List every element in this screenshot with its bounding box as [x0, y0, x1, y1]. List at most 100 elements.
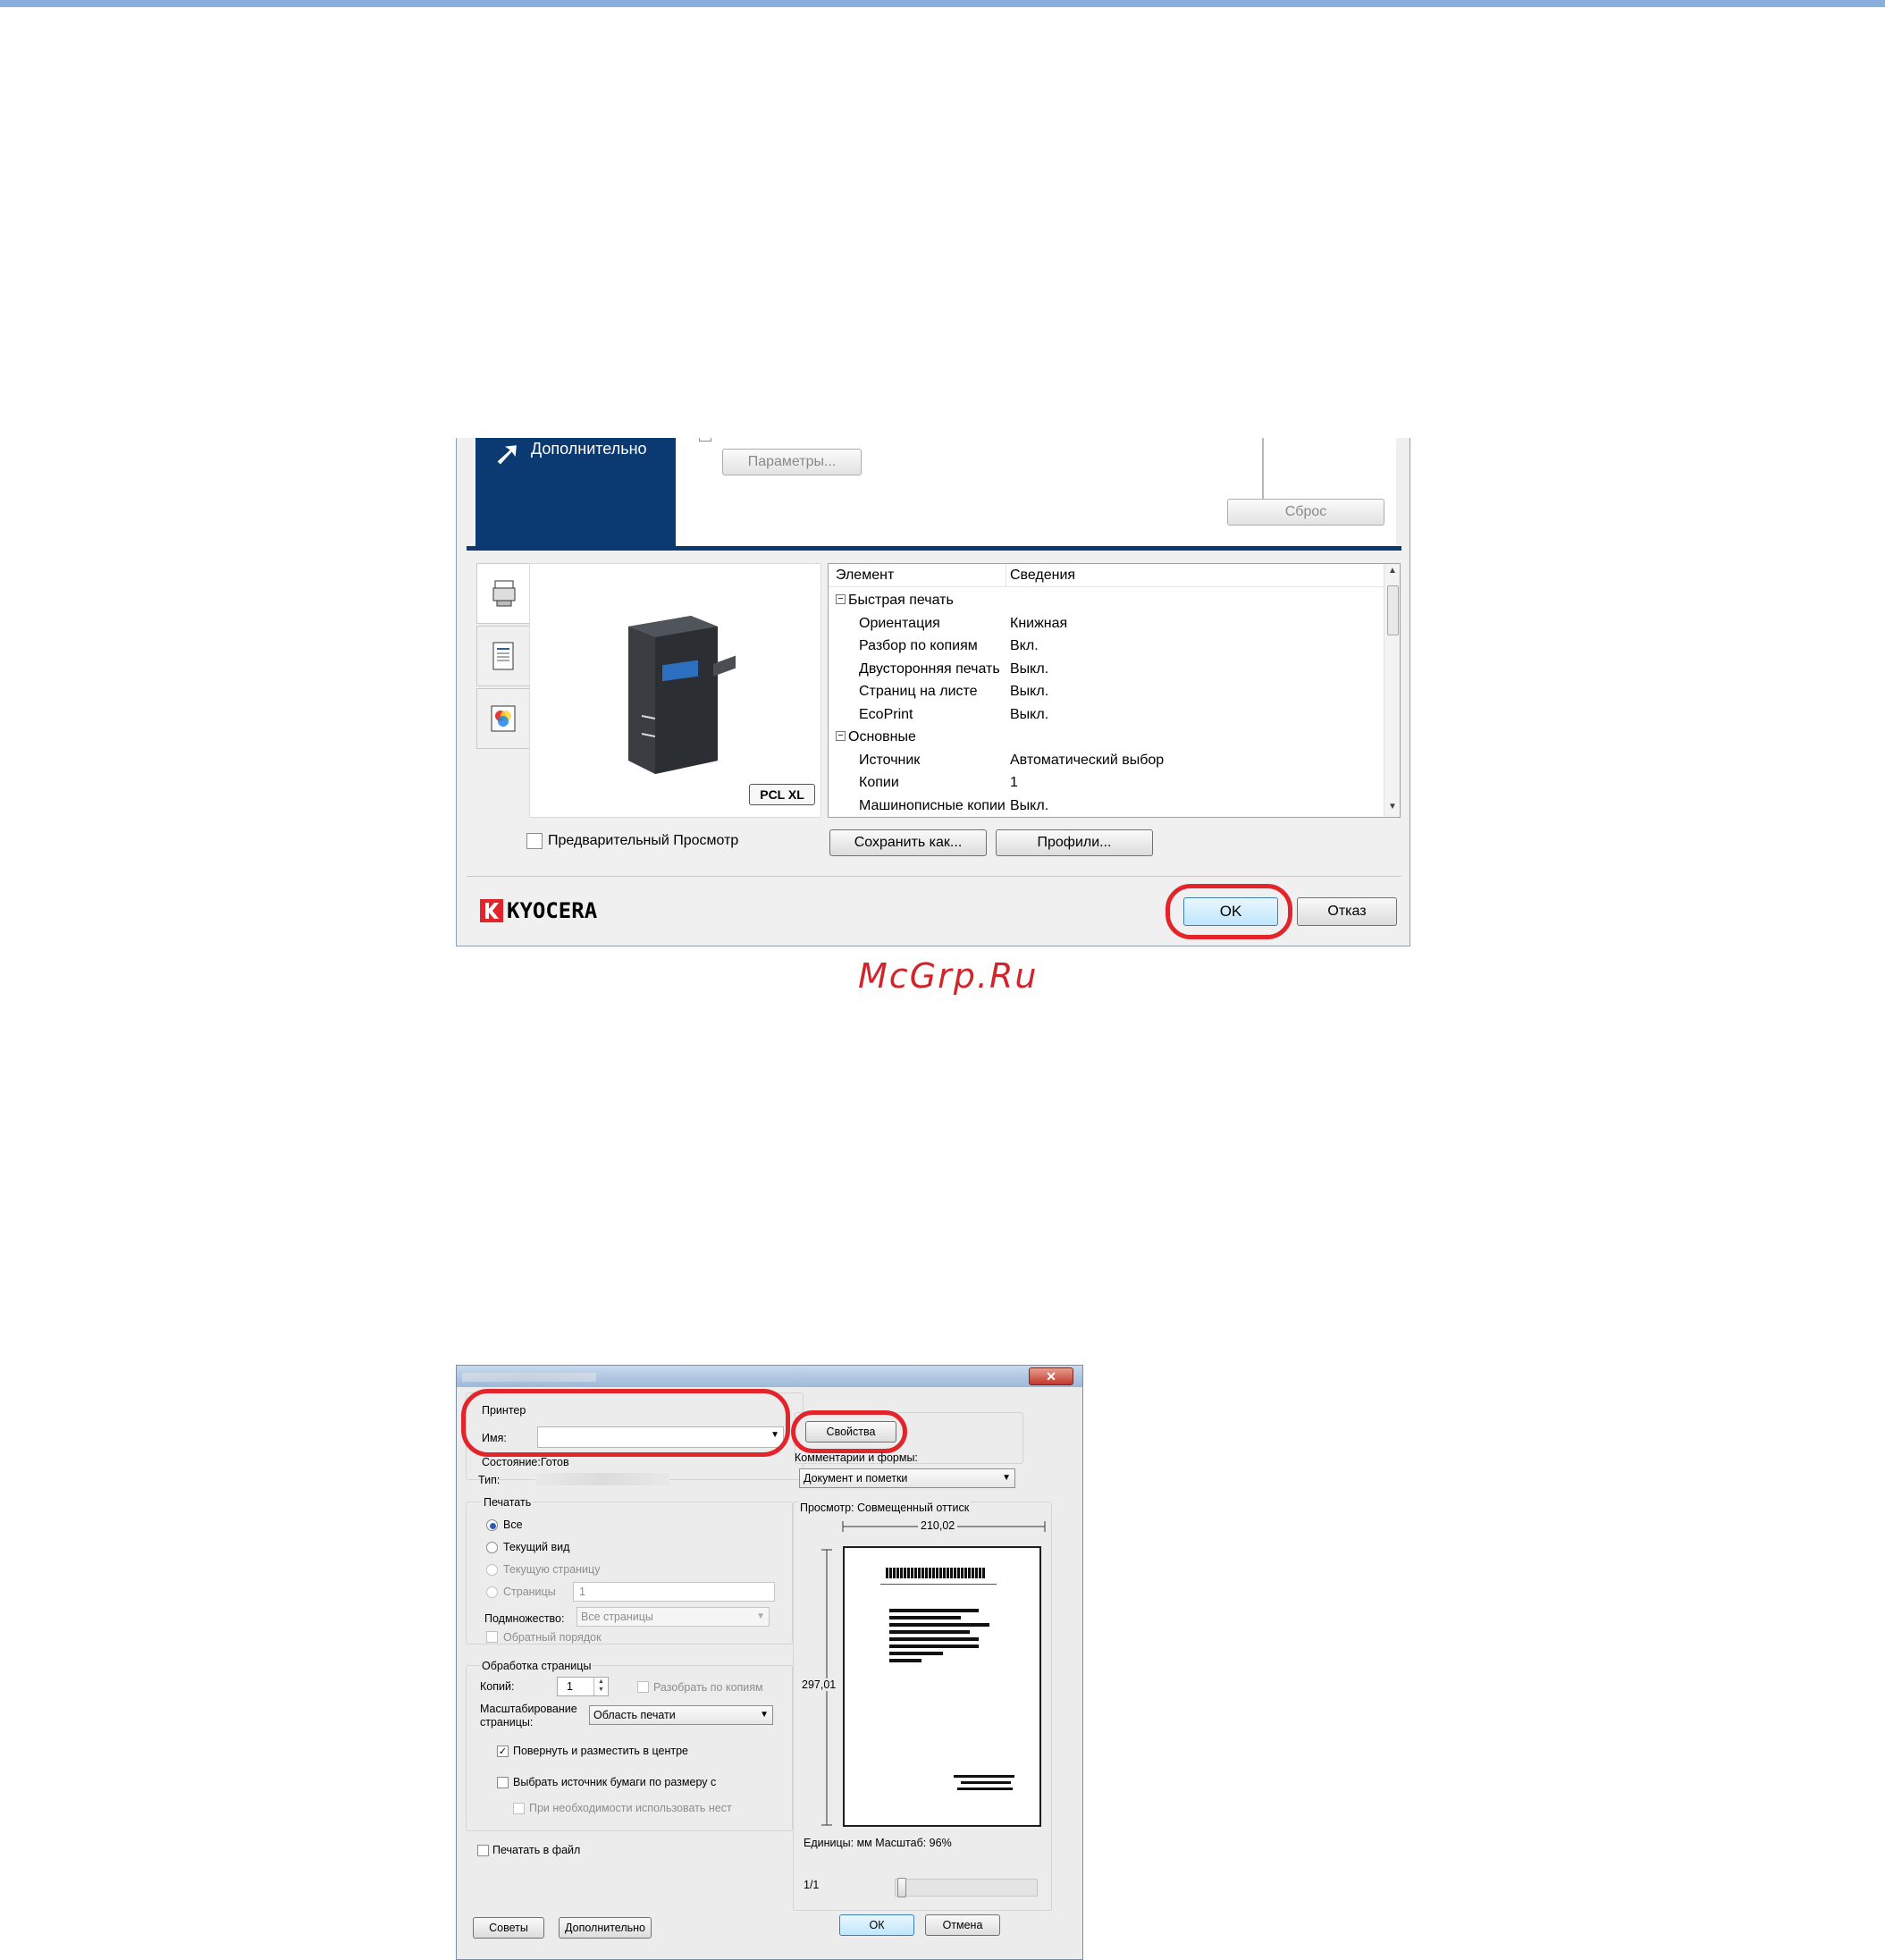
tree-row[interactable]: EcoPrint Выкл. — [829, 703, 1383, 727]
radio-current-view[interactable] — [486, 1542, 498, 1553]
tree-row[interactable]: Машинописные копии Выкл. — [829, 795, 1383, 818]
units-scale-label: Единицы: мм Масштаб: 96% — [804, 1837, 952, 1849]
save-as-button[interactable]: Сохранить как... — [829, 829, 987, 856]
cancel-button[interactable]: Отказ — [1297, 897, 1397, 926]
tree-item-name: Разбор по копиям — [859, 638, 978, 653]
auto-rotate-checkbox[interactable]: ✓ — [497, 1745, 509, 1757]
column-details-header[interactable]: Сведения — [1010, 568, 1075, 584]
collapse-icon[interactable]: − — [836, 594, 846, 604]
choose-source-checkbox[interactable] — [497, 1777, 509, 1788]
view-tabs — [476, 563, 530, 760]
sidebar-advanced-panel[interactable]: ➚ Дополнительно — [475, 438, 677, 548]
preview-line — [889, 1630, 970, 1634]
tree-item-name: Машинописные копии — [859, 797, 1006, 813]
radio-pages[interactable] — [486, 1586, 498, 1598]
scaling-select-value: Область печати — [593, 1709, 676, 1721]
pages-input-value: 1 — [579, 1586, 585, 1598]
slider-thumb[interactable] — [897, 1878, 906, 1897]
tab-page-view[interactable] — [476, 626, 530, 686]
preview-checkbox-row[interactable]: Предварительный Просмотр — [526, 833, 738, 849]
tree-item-name: EcoPrint — [859, 706, 913, 722]
printer-type-value — [535, 1473, 669, 1485]
kyocera-brand-text: KYOCERA — [507, 898, 598, 923]
reverse-order-label: Обратный порядок — [503, 1631, 602, 1644]
tab-printer-view[interactable] — [476, 563, 530, 624]
page-handling-label: Обработка страницы — [480, 1660, 593, 1672]
tree-item-value: Выкл. — [1010, 706, 1049, 722]
printer-driver-dialog: ➚ Дополнительно Параметры... Сброс PCL X… — [456, 438, 1410, 946]
reverse-order-checkbox[interactable] — [486, 1631, 498, 1643]
comments-select[interactable]: Документ и пометки ▼ — [799, 1468, 1015, 1488]
tree-item-value: Выкл. — [1010, 797, 1049, 813]
printer-preview: PCL XL — [529, 563, 821, 818]
copies-stepper[interactable]: 1 ▲ ▼ — [557, 1677, 609, 1696]
auto-rotate-label: Повернуть и разместить в центре — [513, 1745, 688, 1757]
radio-current-view-label: Текущий вид — [503, 1541, 570, 1553]
collate-checkbox[interactable] — [637, 1681, 649, 1693]
chevron-down-icon: ▼ — [1002, 1473, 1011, 1483]
spin-arrows-icon[interactable]: ▲ ▼ — [593, 1678, 608, 1695]
blurred-title — [462, 1373, 596, 1382]
panel-bottom-border — [467, 546, 1401, 551]
ok-button[interactable]: OK — [1183, 897, 1278, 926]
tree-group-label: Основные — [848, 729, 916, 744]
panel-separator — [1262, 438, 1264, 502]
preview-line — [957, 1788, 1013, 1790]
tree-row[interactable]: Двусторонняя печать Выкл. — [829, 658, 1383, 681]
scaling-label: Масштабирование страницы: — [480, 1703, 577, 1729]
advanced-button[interactable]: Дополнительно — [559, 1917, 652, 1939]
color-icon — [491, 705, 516, 732]
profiles-button[interactable]: Профили... — [996, 829, 1153, 856]
ok-button[interactable]: ОК — [839, 1914, 914, 1936]
scroll-down-icon[interactable]: ▼ — [1388, 802, 1397, 812]
footer-separator — [467, 876, 1401, 877]
properties-highlight-ring — [791, 1410, 907, 1453]
tab-color-view[interactable] — [476, 688, 530, 749]
tree-row[interactable]: Копии 1 — [829, 771, 1383, 795]
tree-item-value: Книжная — [1010, 615, 1068, 631]
preview-rule — [880, 1584, 997, 1585]
tips-button[interactable]: Советы — [473, 1917, 544, 1939]
tree-row[interactable]: Ориентация Книжная — [829, 612, 1383, 635]
watermark-text: McGrp.Ru — [858, 956, 1039, 996]
cancel-button[interactable]: Отмена — [925, 1914, 1000, 1936]
settings-panel: Параметры... Сброс — [676, 438, 1396, 548]
preview-checkbox[interactable] — [526, 833, 543, 849]
tree-group-row[interactable]: − Основные — [829, 726, 1383, 749]
params-button[interactable]: Параметры... — [722, 449, 862, 475]
pages-input[interactable]: 1 — [573, 1582, 775, 1602]
radio-current-page[interactable] — [486, 1564, 498, 1576]
subset-select[interactable]: Все страницы ▼ — [576, 1607, 770, 1627]
print-dialog: ✕ Принтер Имя: ▼ Состояние:Готов Тип: Св… — [456, 1365, 1083, 1960]
tree-item-name: Копии — [859, 775, 899, 790]
tree-item-name: Страниц на листе — [859, 684, 978, 699]
scaling-select[interactable]: Область печати ▼ — [589, 1705, 773, 1725]
collapse-icon[interactable]: − — [836, 731, 846, 741]
preview-label: Просмотр: Совмещенный оттиск — [798, 1502, 972, 1514]
tree-group-row[interactable]: − Быстрая печать — [829, 589, 1383, 612]
tree-row[interactable]: Источник Автоматический выбор — [829, 749, 1383, 772]
pdf-page-size-checkbox[interactable] — [513, 1803, 525, 1814]
close-button[interactable]: ✕ — [1029, 1367, 1073, 1385]
tree-item-value: Выкл. — [1010, 660, 1049, 677]
collate-label: Разобрать по копиям — [653, 1681, 763, 1694]
radio-all[interactable] — [486, 1519, 498, 1531]
tree-row[interactable]: Разбор по копиям Вкл. — [829, 635, 1383, 658]
print-to-file-checkbox[interactable] — [477, 1845, 489, 1856]
scroll-thumb[interactable] — [1387, 585, 1399, 635]
sidebar-item-advanced[interactable]: Дополнительно — [531, 438, 647, 459]
copies-label: Копий: — [480, 1680, 515, 1693]
tree-item-value: Вкл. — [1010, 638, 1039, 653]
column-item-header[interactable]: Элемент — [836, 568, 894, 584]
page-preview — [843, 1546, 1041, 1827]
reset-button[interactable]: Сброс — [1227, 499, 1384, 526]
partial-checkbox[interactable] — [699, 438, 711, 442]
scroll-up-icon[interactable]: ▲ — [1388, 566, 1397, 576]
tree-row[interactable]: Страниц на листе Выкл. — [829, 680, 1383, 703]
tree-scrollbar[interactable]: ▲ ▼ — [1384, 564, 1400, 817]
print-to-file-label: Печатать в файл — [492, 1844, 581, 1856]
preview-line — [889, 1652, 943, 1655]
mfp-printer-image — [628, 616, 736, 774]
page-slider[interactable] — [895, 1878, 1038, 1897]
radio-current-page-label: Текущую страницу — [503, 1563, 601, 1576]
